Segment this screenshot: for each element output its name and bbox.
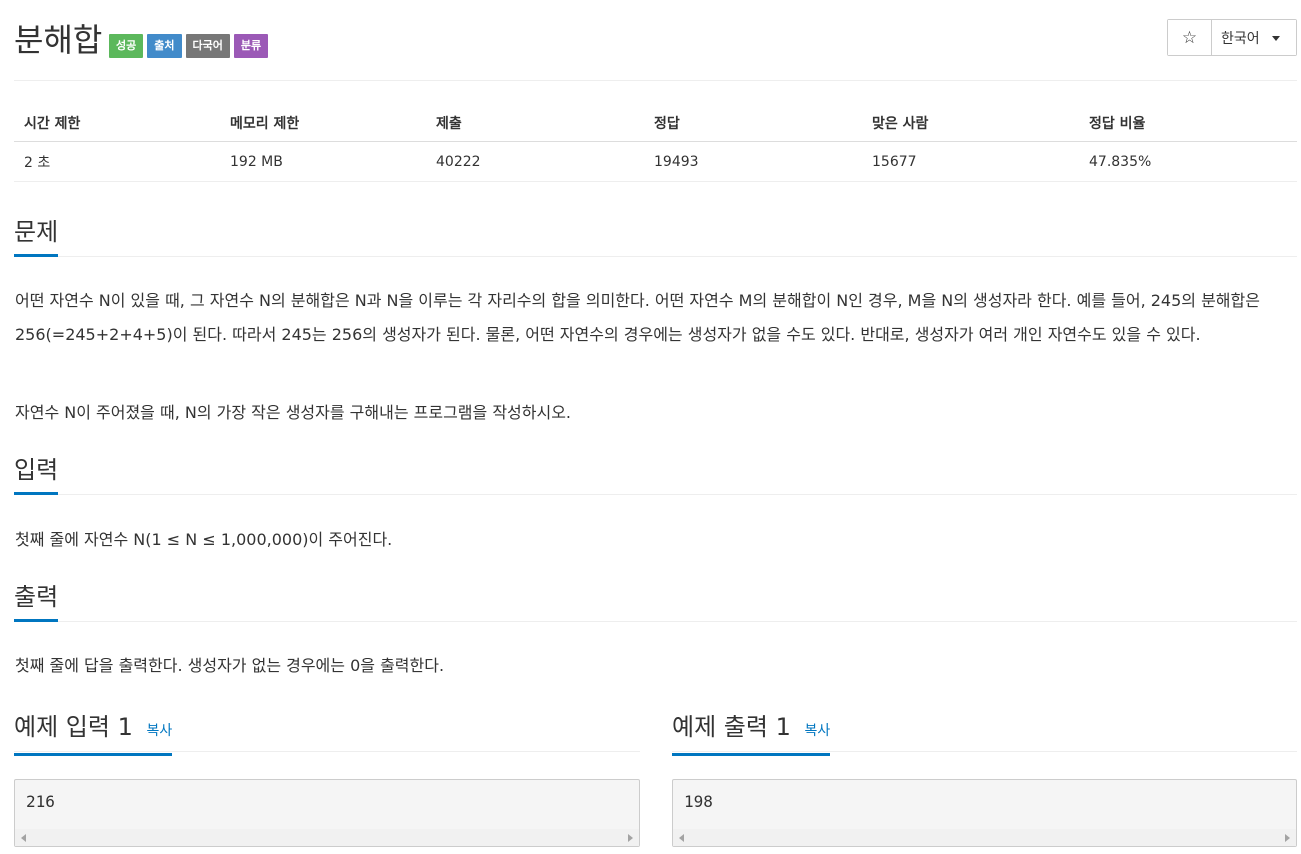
sample-input-title-text: 예제 입력 1: [14, 713, 133, 741]
badge-category[interactable]: 분류: [233, 34, 269, 58]
header-solvers: 맞은 사람: [862, 104, 1079, 142]
badge-success[interactable]: 성공: [109, 34, 144, 58]
horizontal-scrollbar[interactable]: [15, 829, 639, 846]
problem-header: 분해합 성공 출처 다국어 분류 ☆ 한국어: [14, 14, 1297, 81]
problem-badges: 성공 출처 다국어 분류: [109, 34, 269, 58]
info-value-row: 2 초 192 MB 40222 19493 15677 47.835%: [14, 141, 1297, 182]
header-accepted: 정답: [644, 104, 862, 142]
problem-info-table: 시간 제한 메모리 제한 제출 정답 맞은 사람 정답 비율 2 초 192 M…: [14, 104, 1297, 182]
language-label: 한국어: [1221, 30, 1260, 47]
description-header: 문제: [14, 216, 1297, 257]
sample-output-title: 예제 출력 1 복사: [672, 711, 831, 756]
problem-title: 분해합: [14, 21, 103, 59]
copy-sample-input-button[interactable]: 복사: [147, 723, 173, 739]
star-button[interactable]: ☆: [1168, 20, 1212, 55]
scroll-left-icon[interactable]: [21, 834, 26, 842]
horizontal-scrollbar[interactable]: [673, 829, 1296, 846]
value-time-limit: 2 초: [14, 141, 220, 182]
language-dropdown[interactable]: 한국어: [1212, 20, 1296, 55]
sample-input-value: 216: [26, 792, 55, 811]
output-title: 출력: [14, 581, 59, 622]
value-solvers: 15677: [862, 141, 1079, 182]
output-header: 출력: [14, 581, 1297, 622]
sample-input-title: 예제 입력 1 복사: [14, 711, 173, 756]
output-description: 첫째 줄에 답을 출력한다. 생성자가 없는 경우에는 0을 출력한다.: [15, 656, 445, 675]
badge-multilang[interactable]: 다국어: [185, 34, 230, 58]
sample-output-value: 198: [684, 792, 713, 811]
header-time-limit: 시간 제한: [14, 104, 220, 142]
description-title: 문제: [14, 216, 59, 257]
scroll-left-icon[interactable]: [679, 834, 684, 842]
value-accepted: 19493: [644, 141, 862, 182]
copy-sample-output-button[interactable]: 복사: [805, 723, 831, 739]
scroll-right-icon[interactable]: [628, 834, 633, 842]
sample-input-box[interactable]: 216: [14, 779, 640, 847]
header-ratio: 정답 비율: [1079, 104, 1297, 142]
chevron-down-icon: [1271, 36, 1280, 41]
value-memory-limit: 192 MB: [220, 141, 426, 182]
description-paragraph-1: 어떤 자연수 N이 있을 때, 그 자연수 N의 분해합은 N과 N을 이루는 …: [15, 291, 1260, 344]
input-description: 첫째 줄에 자연수 N(1 ≤ N ≤ 1,000,000)이 주어진다.: [15, 530, 393, 549]
info-header-row: 시간 제한 메모리 제한 제출 정답 맞은 사람 정답 비율: [14, 104, 1297, 142]
sample-output-title-text: 예제 출력 1: [672, 713, 791, 741]
star-icon: ☆: [1181, 27, 1198, 48]
scroll-right-icon[interactable]: [1285, 834, 1290, 842]
sample-output-header: 예제 출력 1 복사: [672, 711, 1297, 756]
header-memory-limit: 메모리 제한: [220, 104, 426, 142]
sample-input-header: 예제 입력 1 복사: [14, 711, 640, 756]
input-title: 입력: [14, 454, 59, 495]
value-ratio: 47.835%: [1079, 141, 1297, 182]
input-header: 입력: [14, 454, 1297, 495]
header-submissions: 제출: [426, 104, 644, 142]
description-paragraph-2: 자연수 N이 주어졌을 때, N의 가장 작은 생성자를 구해내는 프로그램을 …: [15, 403, 572, 422]
header-actions: ☆ 한국어: [1167, 19, 1297, 56]
value-submissions: 40222: [426, 141, 644, 182]
sample-output-box[interactable]: 198: [672, 779, 1297, 847]
badge-source[interactable]: 출처: [147, 34, 182, 58]
